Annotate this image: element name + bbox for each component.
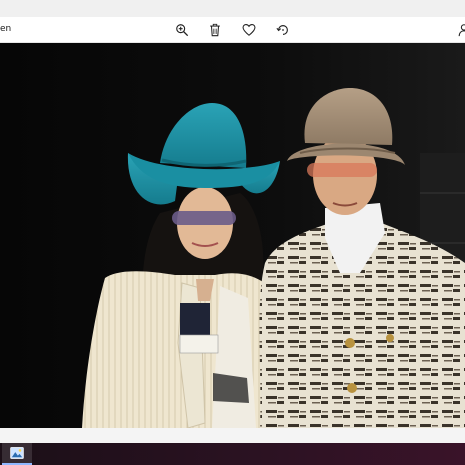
photos-icon (10, 447, 24, 459)
zoom-in-icon (176, 24, 189, 37)
rotate-icon (276, 25, 288, 35)
sunglasses-woman (172, 211, 236, 225)
taskbar (0, 443, 465, 465)
photo-viewer[interactable] (0, 43, 465, 428)
delete-button[interactable] (206, 21, 224, 39)
heart-icon (242, 24, 256, 36)
photo-image (0, 43, 465, 428)
zoom-in-button[interactable] (173, 21, 191, 39)
window-titlebar (0, 0, 465, 17)
favorite-button[interactable] (240, 21, 258, 39)
taskbar-photos-app[interactable] (2, 443, 32, 465)
delete-icon (210, 23, 220, 37)
rotate-button[interactable] (274, 21, 292, 39)
share-button[interactable] (455, 21, 465, 39)
window-title: en (0, 24, 12, 34)
photo-toolbar: en (0, 17, 465, 43)
viewer-bottom-bar (0, 428, 465, 443)
sunglasses-man (307, 163, 377, 177)
share-icon (458, 24, 465, 37)
